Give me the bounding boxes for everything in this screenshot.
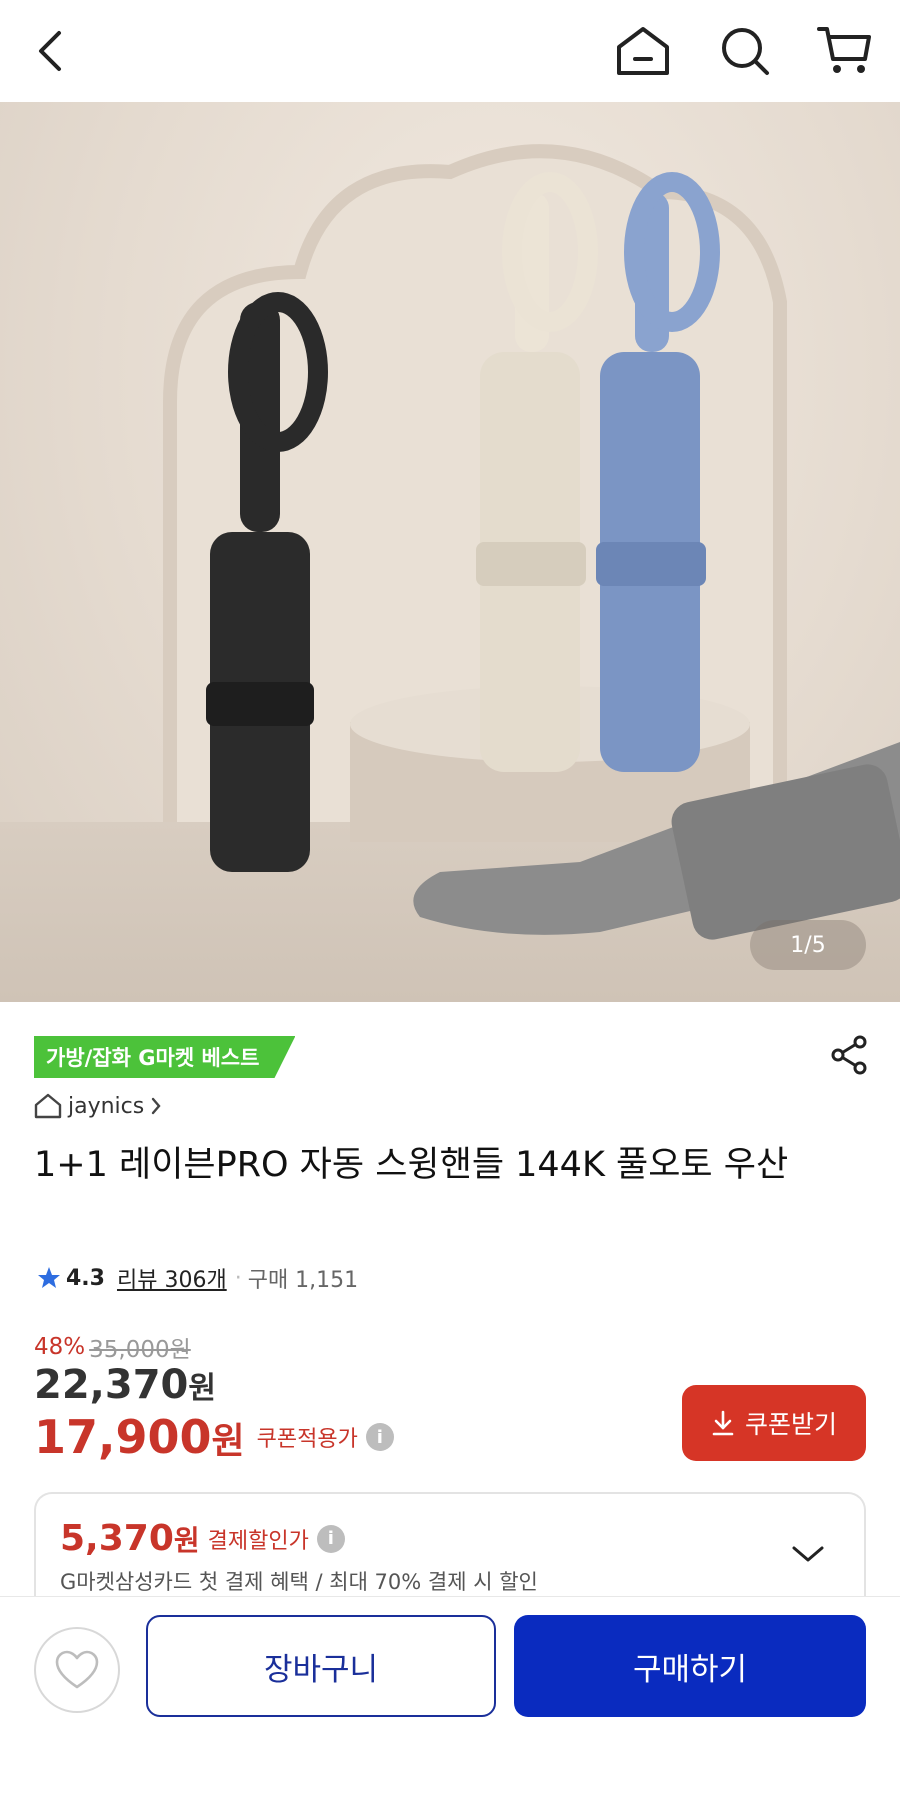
wishlist-button[interactable] <box>34 1627 120 1713</box>
add-to-cart-button[interactable]: 장바구니 <box>146 1615 496 1717</box>
search-icon <box>722 28 769 75</box>
sale-price-value: 22,370 <box>34 1362 189 1408</box>
buy-now-button[interactable]: 구매하기 <box>514 1615 866 1717</box>
back-button[interactable] <box>18 18 84 84</box>
payment-discount-value: 5,370 <box>60 1518 174 1559</box>
payment-discount-description: G마켓삼성카드 첫 결제 혜택 / 최대 70% 결제 시 할인 <box>60 1570 538 1594</box>
coupon-price-row: 17,900원 쿠폰적용가 i <box>34 1410 394 1464</box>
discount-rate: 48% <box>34 1334 86 1360</box>
coupon-price-value: 17,900 <box>34 1410 212 1464</box>
payment-discount-label: 결제할인가 <box>207 1528 309 1554</box>
chevron-down-icon <box>792 1546 824 1562</box>
coupon-price: 17,900원 <box>34 1410 245 1464</box>
sale-price-unit: 원 <box>188 1371 216 1406</box>
share-icon <box>831 1035 867 1075</box>
info-icon[interactable]: i <box>316 1524 345 1553</box>
original-price: 35,000원 <box>89 1337 191 1363</box>
image-counter: 1/5 <box>750 920 866 970</box>
cart-button[interactable] <box>812 18 878 84</box>
payment-discount-row: 5,370원 결제할인가 i <box>60 1518 345 1559</box>
rating-row: 4.3 리뷰 306개 · 구매 1,151 <box>36 1262 358 1294</box>
star-icon <box>38 1267 60 1288</box>
seller-name: jaynics <box>68 1093 145 1119</box>
separator-dot: · <box>234 1265 242 1291</box>
cart-icon <box>817 27 871 73</box>
coupon-price-label: 쿠폰적용가 <box>256 1427 358 1452</box>
best-seller-badge[interactable]: 가방/잡화 G마켓 베스트 <box>34 1036 296 1078</box>
download-arrow-icon <box>712 1410 734 1436</box>
heart-icon <box>55 1650 99 1689</box>
top-navigation-bar <box>0 0 900 102</box>
search-button[interactable] <box>712 18 778 84</box>
payment-discount-unit: 원 <box>173 1524 200 1557</box>
get-coupon-button[interactable]: 쿠폰받기 <box>682 1385 866 1461</box>
info-icon[interactable]: i <box>365 1423 394 1451</box>
product-image-gallery[interactable]: 1/5 <box>0 102 900 1002</box>
rating-score: 4.3 <box>66 1265 105 1291</box>
bottom-action-bar: 장바구니 구매하기 <box>0 1596 900 1808</box>
discount-row: 48% 35,000원 <box>34 1330 191 1364</box>
home-button[interactable] <box>610 18 676 84</box>
sale-price: 22,370원 <box>34 1362 216 1408</box>
chevron-right-icon <box>152 1097 161 1115</box>
get-coupon-label: 쿠폰받기 <box>744 1410 837 1439</box>
store-home-icon <box>34 1093 62 1119</box>
product-title: 1+1 레이븐PRO 자동 스윙핸들 144K 풀오토 우산 <box>34 1145 789 1185</box>
product-photo <box>163 144 900 940</box>
coupon-price-unit: 원 <box>211 1421 245 1462</box>
share-button[interactable] <box>820 1026 878 1084</box>
seller-link[interactable]: jaynics <box>34 1090 162 1122</box>
review-count-link[interactable]: 리뷰 306개 <box>117 1262 227 1294</box>
expand-button[interactable] <box>788 1534 828 1574</box>
home-icon <box>617 27 669 75</box>
badge-row: 가방/잡화 G마켓 베스트 <box>34 1036 296 1078</box>
back-chevron-icon <box>39 31 61 71</box>
payment-discount-price: 5,370원 <box>60 1518 200 1559</box>
purchase-count: 구매 1,151 <box>247 1268 359 1293</box>
